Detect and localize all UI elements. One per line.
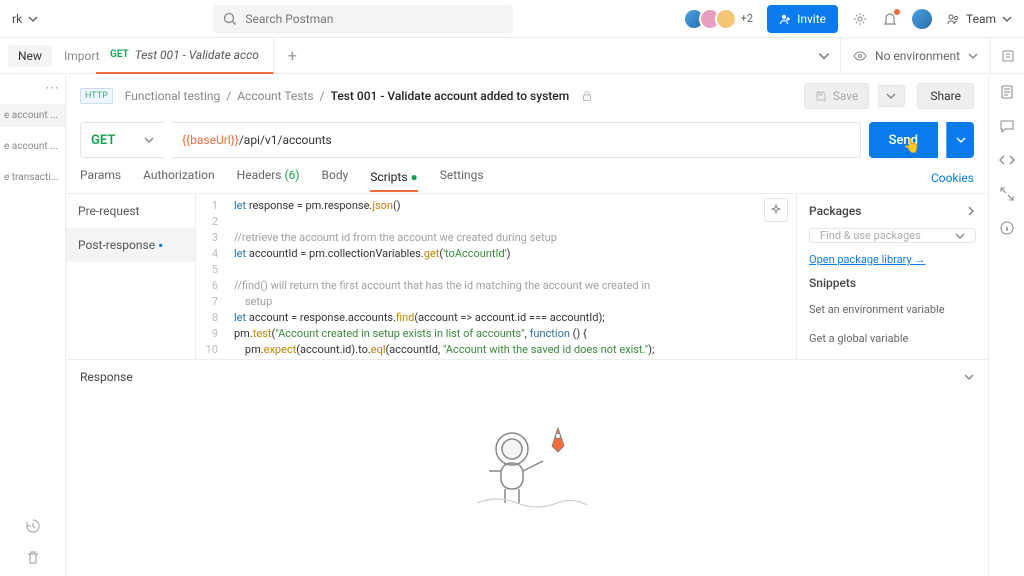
script-tab-post-response[interactable]: Post-response •	[66, 228, 195, 262]
expand-icon[interactable]	[999, 186, 1015, 202]
search-input[interactable]: Search Postman	[213, 5, 513, 33]
chevron-down-icon	[968, 51, 978, 61]
line-gutter: 123456 78910	[196, 194, 226, 359]
url-input[interactable]: {{baseUrl}}/api/v1/accounts	[172, 122, 861, 158]
response-header[interactable]: Response	[66, 359, 988, 393]
search-icon	[223, 12, 237, 26]
sidebar-item[interactable]: e account ...	[0, 104, 65, 127]
snippet-item[interactable]: Set an environment variable	[809, 300, 976, 319]
request-tab[interactable]: GET Test 001 - Validate acco	[96, 38, 274, 74]
method-selector[interactable]: GET	[80, 122, 164, 158]
sidebar-item[interactable]: e account ...	[0, 135, 65, 158]
info-icon[interactable]	[999, 220, 1015, 236]
script-tab-pre-request[interactable]: Pre-request	[66, 194, 195, 228]
snippets-header: Snippets	[809, 276, 976, 290]
team-switcher[interactable]: Team	[946, 12, 1012, 26]
code-editor[interactable]: let response = pm.response.json() //retr…	[226, 194, 796, 359]
new-button[interactable]: New	[8, 45, 52, 67]
tab-authorization[interactable]: Authorization	[143, 168, 215, 188]
astronaut-illustration	[457, 411, 597, 511]
breadcrumb: Functional testing/ Account Tests/ Test …	[125, 89, 569, 103]
comments-icon[interactable]	[999, 118, 1015, 134]
ai-assist-button[interactable]	[764, 198, 788, 222]
presence-avatars[interactable]: +2	[689, 8, 753, 30]
response-empty-state	[66, 393, 988, 576]
notifications-icon[interactable]	[882, 11, 898, 27]
chevron-down-icon	[1002, 14, 1012, 24]
docs-icon[interactable]	[999, 84, 1015, 100]
chevron-down-icon	[956, 135, 966, 145]
people-icon	[946, 12, 960, 26]
chevron-down-icon[interactable]	[818, 50, 830, 62]
tab-settings[interactable]: Settings	[440, 168, 484, 188]
settings-icon[interactable]	[852, 11, 868, 27]
share-button[interactable]: Share	[917, 83, 974, 109]
chevron-down-icon	[886, 91, 896, 101]
history-icon[interactable]	[25, 518, 41, 534]
trash-icon[interactable]	[25, 550, 41, 566]
workspace-switcher[interactable]: rk	[12, 12, 38, 26]
env-quicklook-button[interactable]	[990, 38, 1024, 74]
tab-params[interactable]: Params	[80, 168, 121, 188]
save-options-button[interactable]	[878, 85, 905, 107]
tab-headers[interactable]: Headers (6)	[237, 168, 300, 188]
person-add-icon	[779, 13, 791, 25]
snippet-item[interactable]: Get a global variable	[809, 329, 976, 348]
more-icon[interactable]: ⋯	[45, 80, 59, 96]
chevron-down-icon	[144, 135, 154, 145]
open-package-library-link[interactable]: Open package library →	[809, 253, 976, 266]
eye-icon	[853, 49, 867, 63]
search-placeholder: Search Postman	[245, 12, 333, 26]
cursor-icon: 👆	[903, 138, 920, 154]
chevron-down-icon	[28, 14, 38, 24]
save-button[interactable]: Save	[804, 83, 870, 109]
cookies-link[interactable]: Cookies	[931, 171, 974, 185]
package-search[interactable]: Find & use packages	[809, 228, 976, 243]
add-tab-button[interactable]: +	[274, 46, 311, 65]
tab-body[interactable]: Body	[322, 168, 349, 188]
invite-button[interactable]: Invite	[767, 5, 838, 33]
avatar-count: +2	[741, 12, 753, 25]
code-icon[interactable]	[999, 152, 1015, 168]
tab-title: Test 001 - Validate acco	[135, 48, 259, 62]
chevron-right-icon	[966, 206, 976, 216]
send-button[interactable]: Send 👆	[869, 122, 938, 158]
chevron-down-icon	[964, 372, 974, 382]
tab-method: GET	[110, 49, 129, 60]
sparkle-icon	[769, 203, 783, 217]
packages-header[interactable]: Packages	[809, 204, 976, 218]
layers-icon	[1001, 49, 1015, 63]
lock-icon	[581, 90, 593, 102]
environment-selector[interactable]: No environment	[840, 38, 990, 74]
sidebar-item[interactable]: e transacti...	[0, 166, 65, 189]
save-icon	[815, 90, 827, 102]
http-badge: HTTP	[80, 88, 113, 104]
chevron-down-icon	[955, 231, 965, 241]
upgrade-icon[interactable]	[912, 9, 932, 29]
send-options-button[interactable]	[946, 122, 974, 158]
tab-scripts[interactable]: Scripts ●	[370, 170, 417, 192]
